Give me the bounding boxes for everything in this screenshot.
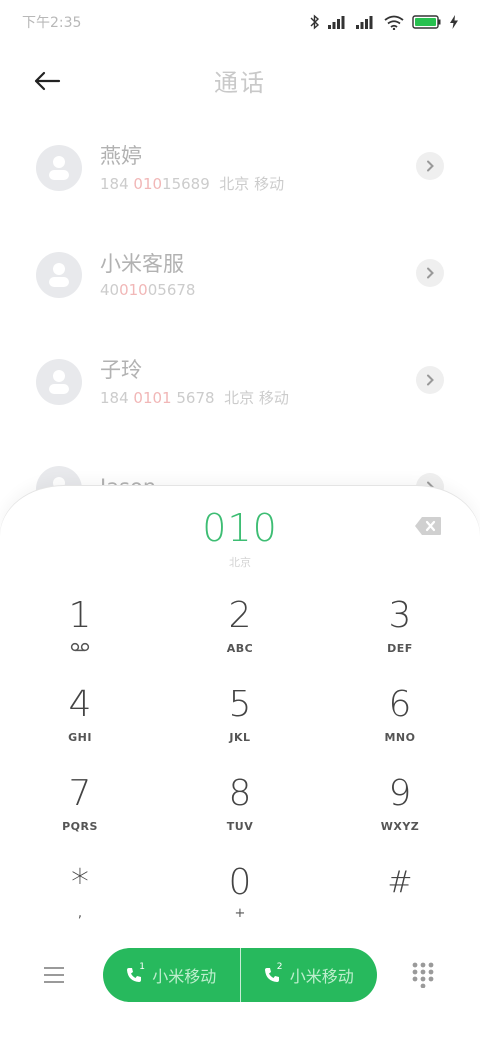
contact-detail-button[interactable] xyxy=(416,366,444,394)
bluetooth-icon xyxy=(310,14,320,30)
key-2[interactable]: 2 ABC xyxy=(160,586,320,675)
sim-number: 1 xyxy=(139,962,145,972)
key-1[interactable]: 1 xyxy=(0,586,160,675)
key-digit: 9 xyxy=(388,773,412,814)
page-title: 通话 xyxy=(214,68,266,97)
status-icons xyxy=(310,14,458,30)
key-letters: ABC xyxy=(226,642,254,655)
dialpad-icon xyxy=(412,962,434,989)
contact-name: 小米客服 xyxy=(100,252,184,276)
key-letters: MNO xyxy=(384,731,416,744)
contact-detail-button[interactable] xyxy=(416,152,444,180)
number-location: 北京 xyxy=(229,556,251,569)
signal-icon-2 xyxy=(356,16,373,29)
menu-button[interactable] xyxy=(44,962,70,988)
chevron-right-icon xyxy=(427,160,434,172)
backspace-button[interactable] xyxy=(414,516,442,536)
avatar xyxy=(36,251,82,298)
contact-name: 燕婷 xyxy=(100,143,142,168)
key-digit: # xyxy=(387,865,413,900)
person-icon xyxy=(49,262,69,287)
dialer-bottom-bar: 1 小米移动 2 小米移动 xyxy=(0,948,480,1002)
key-5[interactable]: 5 JKL xyxy=(160,675,320,764)
backspace-icon xyxy=(415,517,441,535)
person-icon xyxy=(49,369,69,394)
key-8[interactable]: 8 TUV xyxy=(160,764,320,853)
key-7[interactable]: 7 PQRS xyxy=(0,764,160,853)
key-letters: JKL xyxy=(229,731,251,744)
battery-icon xyxy=(412,15,441,29)
call-sim1-label: 小米移动 xyxy=(152,967,217,986)
key-letters: TUV xyxy=(226,820,254,833)
chevron-right-icon xyxy=(427,374,434,386)
contact-row[interactable]: 子玲 184 0101 5678 北京 移动 xyxy=(0,328,480,435)
key-6[interactable]: 6 MNO xyxy=(320,675,480,764)
key-digit: 6 xyxy=(388,684,412,725)
key-digit: 1 xyxy=(68,595,92,636)
key-letters: PQRS xyxy=(62,820,98,833)
sim-number: 2 xyxy=(276,962,283,972)
contact-list: 燕婷 184 01015689 北京 移动 小米客服 4001005678 子玲… xyxy=(0,114,480,542)
charging-icon xyxy=(450,15,458,29)
key-9[interactable]: 9 WXYZ xyxy=(320,764,480,853)
key-letters: WXYZ xyxy=(380,820,420,833)
key-digit: 7 xyxy=(68,773,92,814)
key-letters: GHI xyxy=(68,731,92,744)
key-hash[interactable]: # xyxy=(320,853,480,942)
avatar xyxy=(36,358,82,405)
keypad: 1 2 ABC 3 DEF 4 GHI 5 JKL 6 MNO 7 PQRS 8… xyxy=(0,586,480,942)
contact-row[interactable]: 小米客服 4001005678 xyxy=(0,221,480,328)
back-arrow-icon xyxy=(34,71,61,91)
key-digit: 5 xyxy=(228,684,252,725)
status-time: 下午2:35 xyxy=(22,15,82,31)
key-digit: 4 xyxy=(68,684,92,725)
key-digit: 3 xyxy=(388,595,412,636)
dialed-number: 010 xyxy=(202,506,278,550)
key-digit: 8 xyxy=(228,773,252,814)
header: 通话 xyxy=(0,50,480,110)
key-letters: DEF xyxy=(387,642,413,655)
key-digit: * xyxy=(71,862,89,903)
menu-icon xyxy=(44,967,64,969)
contact-number: 184 0101 5678 北京 移动 xyxy=(100,388,289,407)
voicemail-icon xyxy=(70,642,90,652)
contact-number: 4001005678 xyxy=(100,281,196,299)
key-letters: + xyxy=(234,906,246,921)
back-button[interactable] xyxy=(30,64,64,98)
keypad-toggle-button[interactable] xyxy=(412,962,434,989)
contact-number: 184 01015689 北京 移动 xyxy=(100,174,285,193)
key-letters: , xyxy=(77,906,83,921)
call-sim2-label: 小米移动 xyxy=(289,967,354,986)
contact-name: 子玲 xyxy=(100,357,142,382)
person-icon xyxy=(49,155,69,180)
key-digit: 0 xyxy=(228,862,252,903)
key-3[interactable]: 3 DEF xyxy=(320,586,480,675)
wifi-icon xyxy=(384,15,404,30)
dialer-panel: 010 北京 1 2 ABC 3 DEF 4 GHI 5 JKL 6 MNO 7… xyxy=(0,486,480,1040)
key-4[interactable]: 4 GHI xyxy=(0,675,160,764)
status-bar: 下午2:35 xyxy=(0,0,480,44)
signal-icon xyxy=(328,16,345,29)
key-digit: 2 xyxy=(228,595,252,636)
chevron-right-icon xyxy=(427,267,434,279)
avatar xyxy=(36,144,82,191)
contact-row[interactable]: 燕婷 184 01015689 北京 移动 xyxy=(0,114,480,221)
call-sim1-button[interactable]: 1 小米移动 xyxy=(103,948,240,1002)
call-sim2-button[interactable]: 2 小米移动 xyxy=(239,948,378,1002)
contact-detail-button[interactable] xyxy=(416,259,444,287)
call-button-group: 1 小米移动 2 小米移动 xyxy=(103,948,377,1002)
key-0[interactable]: 0 + xyxy=(160,853,320,942)
key-star[interactable]: * , xyxy=(0,853,160,942)
